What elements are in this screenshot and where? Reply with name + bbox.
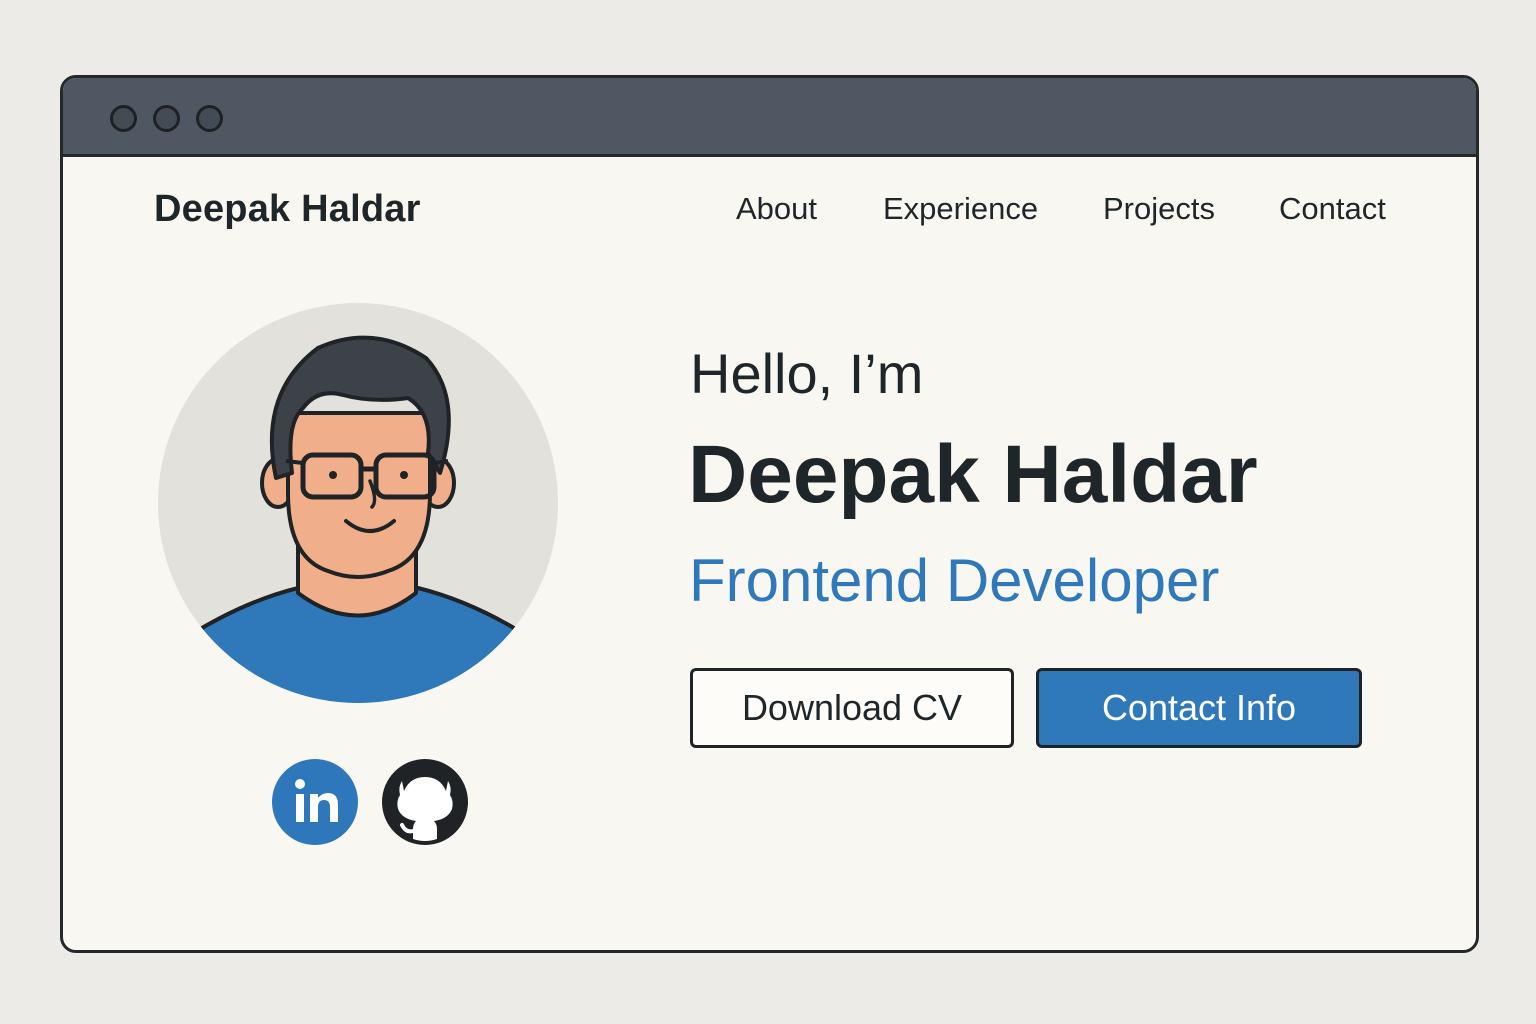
download-cv-button[interactable]: Download CV — [690, 668, 1014, 748]
browser-window: Deepak Haldar About Experience Projects … — [60, 75, 1479, 953]
linkedin-button[interactable] — [272, 759, 358, 845]
hero-name: Deepak Haldar — [688, 429, 1258, 520]
window-close-dot[interactable] — [110, 105, 137, 132]
nav-about[interactable]: About — [736, 191, 817, 227]
window-maximize-dot[interactable] — [196, 105, 223, 132]
hero-greeting: Hello, I’m — [690, 342, 924, 405]
nav-experience[interactable]: Experience — [883, 191, 1038, 227]
nav-projects[interactable]: Projects — [1103, 191, 1215, 227]
contact-info-button[interactable]: Contact Info — [1036, 668, 1362, 748]
site-brand[interactable]: Deepak Haldar — [154, 188, 421, 231]
hero-role: Frontend Developer — [689, 547, 1220, 614]
github-icon — [397, 777, 453, 841]
window-minimize-dot[interactable] — [153, 105, 180, 132]
linkedin-icon — [295, 779, 338, 822]
window-titlebar — [63, 78, 1476, 157]
nav-contact[interactable]: Contact — [1279, 191, 1386, 227]
github-button[interactable] — [382, 759, 468, 845]
avatar — [158, 303, 558, 703]
